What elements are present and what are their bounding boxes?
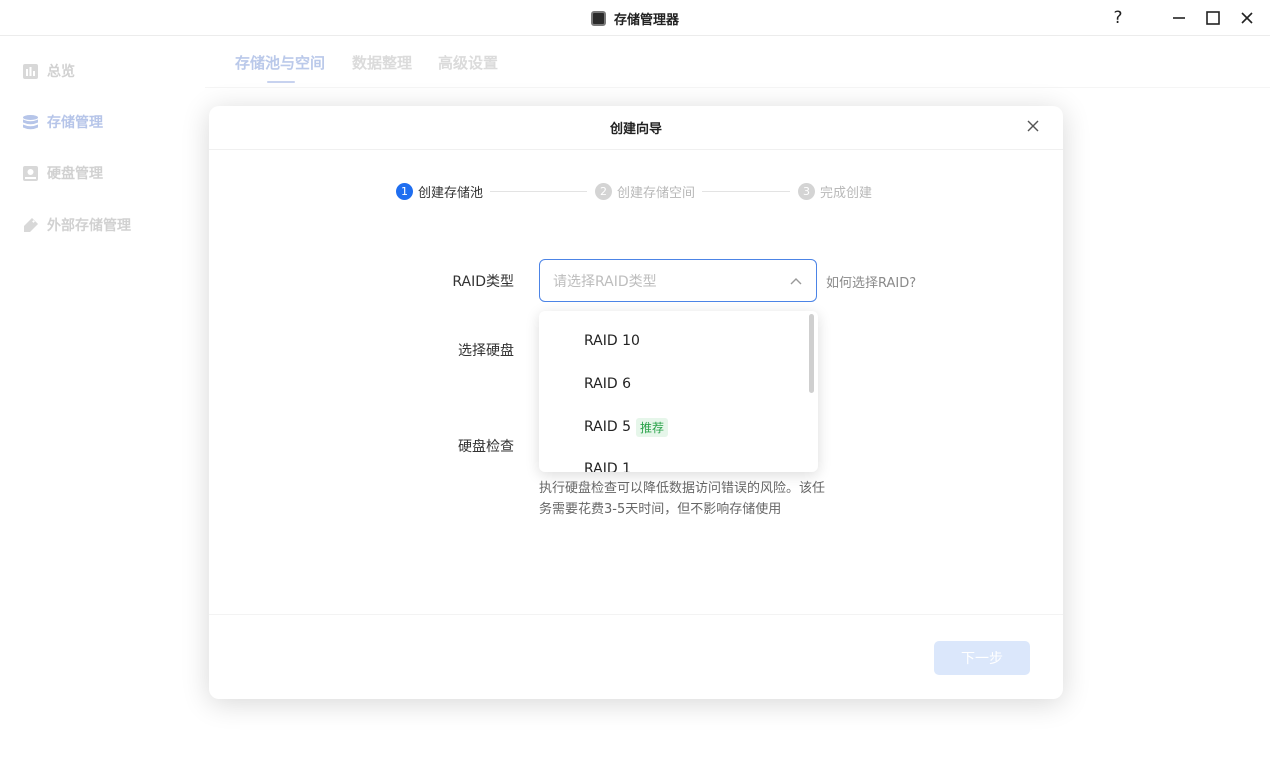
help-icon: ? <box>1113 8 1123 28</box>
step-finish: 3 完成创建 <box>798 182 872 201</box>
dialog-footer-divider <box>209 614 1063 615</box>
raid-option-6[interactable]: RAID 6 <box>584 373 631 395</box>
app-title-text: 存储管理器 <box>613 12 679 28</box>
step-label: 创建存储空间 <box>617 186 696 201</box>
app-icon <box>590 10 606 26</box>
step-number: 1 <box>396 183 413 200</box>
maximize-icon <box>1206 11 1220 25</box>
step-create-pool: 1 创建存储池 <box>396 182 483 201</box>
close-window-button[interactable] <box>1232 3 1262 33</box>
dialog-header-divider <box>209 149 1063 150</box>
disk-check-hint: 执行硬盘检查可以降低数据访问错误的风险。该任务需要花费3-5天时间，但不影响存储… <box>539 481 826 517</box>
option-label: RAID 10 <box>584 333 640 349</box>
select-disk-label: 选择硬盘 <box>458 343 514 359</box>
step-connector <box>490 191 587 192</box>
chevron-up-icon <box>788 273 804 289</box>
minimize-button[interactable] <box>1164 3 1194 33</box>
app-title: 存储管理器 <box>0 0 1270 36</box>
option-label: RAID 6 <box>584 376 632 392</box>
raid-type-dropdown: RAID 10 RAID 6 RAID 5 推荐 RAID 1 <box>539 311 818 472</box>
step-label: 创建存储池 <box>418 186 484 201</box>
raid-type-placeholder: 请选择RAID类型 <box>553 273 657 290</box>
maximize-button[interactable] <box>1198 3 1228 33</box>
recommended-badge: 推荐 <box>636 417 669 437</box>
step-number: 2 <box>595 183 612 200</box>
raid-option-10[interactable]: RAID 10 <box>584 330 640 352</box>
option-label: RAID 5 <box>584 419 632 435</box>
minimize-icon <box>1173 17 1185 19</box>
dialog-close-button[interactable] <box>1023 116 1043 136</box>
close-icon <box>1027 120 1039 132</box>
raid-help-link[interactable]: 如何选择RAID? <box>826 272 916 291</box>
close-icon <box>1241 12 1253 24</box>
dropdown-scrollbar[interactable] <box>809 314 814 393</box>
disk-check-label: 硬盘检查 <box>458 439 514 455</box>
raid-type-select[interactable]: 请选择RAID类型 <box>539 259 817 302</box>
next-step-button[interactable]: 下一步 <box>934 641 1030 675</box>
title-bar: 存储管理器 ? <box>0 0 1270 36</box>
option-label: RAID 1 <box>584 461 632 472</box>
help-button[interactable]: ? <box>1103 3 1133 33</box>
step-number: 3 <box>798 183 815 200</box>
raid-option-5[interactable]: RAID 5 推荐 <box>584 416 669 438</box>
step-create-space: 2 创建存储空间 <box>595 182 695 201</box>
raid-option-1[interactable]: RAID 1 <box>584 458 631 472</box>
step-label: 完成创建 <box>820 186 873 201</box>
step-connector <box>702 191 790 192</box>
dialog-title: 创建向导 <box>609 122 662 137</box>
raid-type-label: RAID类型 <box>452 274 514 290</box>
